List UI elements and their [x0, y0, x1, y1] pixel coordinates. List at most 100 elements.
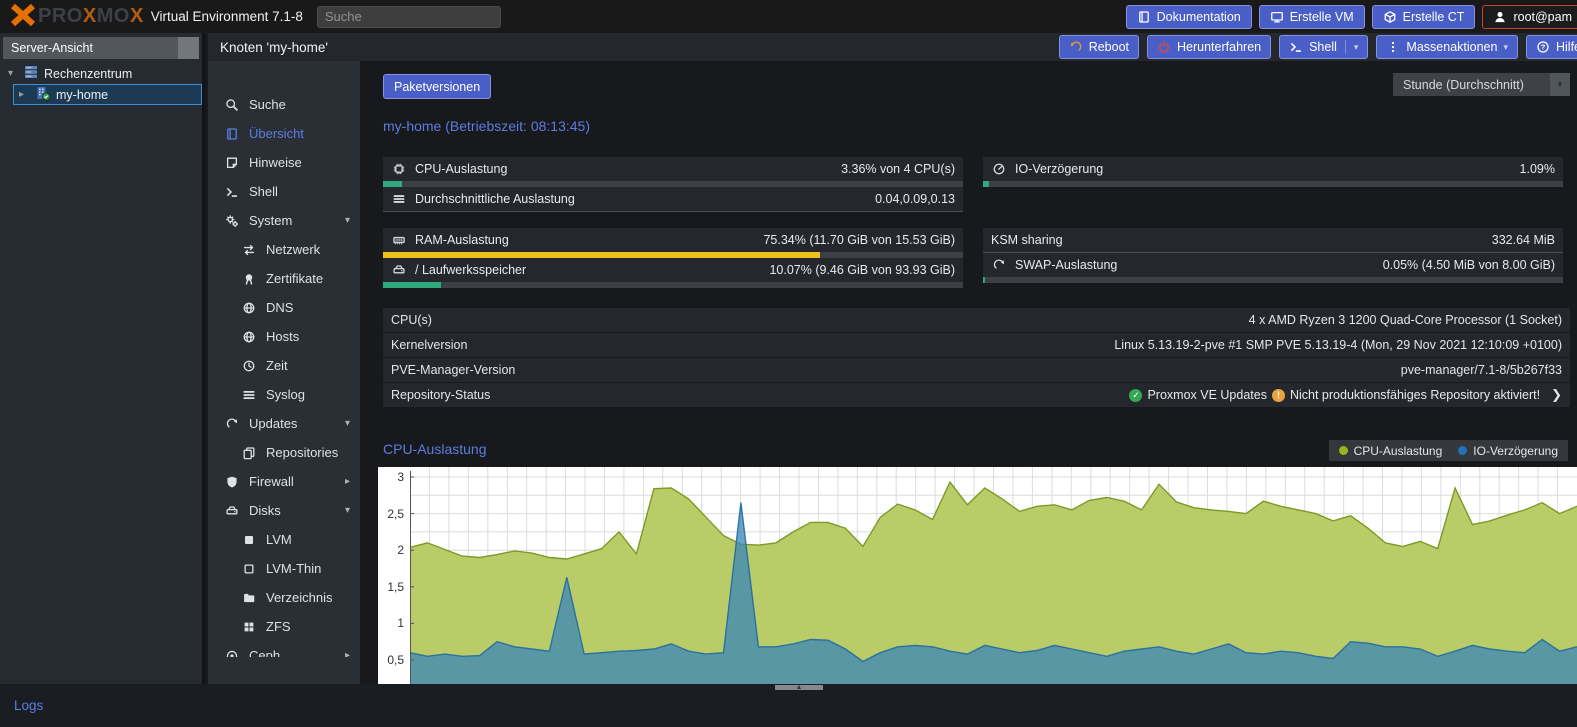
caret-down-icon: ▾ — [344, 215, 350, 226]
view-selector-label: Server-Ansicht — [11, 41, 93, 55]
menu-item-hosts[interactable]: Hosts — [208, 322, 360, 351]
panel-splitter-handle[interactable]: ▲ — [775, 684, 823, 691]
menu-item-repositories[interactable]: Repositories — [208, 438, 360, 467]
button-label: Dokumentation — [1156, 9, 1241, 24]
chevron-down-icon[interactable]: ▾ — [1354, 42, 1359, 53]
gauge-icon — [991, 162, 1007, 176]
chevron-right-icon[interactable]: ❯ — [1551, 387, 1562, 403]
info-label: Repository-Status — [391, 388, 491, 402]
globe-icon — [241, 301, 257, 315]
legend-item[interactable]: CPU-Auslastung — [1338, 444, 1442, 458]
menu-item-label: Repositories — [266, 445, 339, 460]
menu-item-lvm-thin[interactable]: LVM-Thin — [208, 554, 360, 583]
caret-down-icon[interactable]: ▾ — [8, 68, 18, 79]
cpu-icon — [391, 162, 407, 176]
toolbar-button-reboot[interactable]: Reboot — [1058, 35, 1140, 59]
menu-item-label: Verzeichnis — [266, 590, 333, 605]
info-label: CPU(s) — [391, 313, 432, 327]
time-period-select[interactable]: Stunde (Durchschnitt) ▼ — [1393, 73, 1570, 96]
user-menu-button[interactable]: root@pam — [1482, 4, 1577, 29]
menu-item-zertifikate[interactable]: Zertifikate — [208, 264, 360, 293]
menu-item-disks[interactable]: Disks ▾ — [208, 496, 360, 525]
chevron-down-icon[interactable]: ▾ — [1503, 42, 1508, 53]
menu-item-lvm[interactable]: LVM — [208, 525, 360, 554]
menu-item-label: Hosts — [266, 329, 300, 344]
stat-row: KSM sharing 332.64 MiB — [983, 228, 1563, 252]
topbar-buttons: Dokumentation Erstelle VM Erstelle CT root@… — [1125, 4, 1577, 29]
info-row: Kernelversion Linux 5.13.19-2-pve #1 SMP … — [383, 333, 1570, 357]
stat-label: / Laufwerksspeicher — [415, 263, 527, 277]
menu-item-system[interactable]: System ▾ — [208, 206, 360, 235]
caret-right-icon[interactable]: ▸ — [19, 89, 29, 100]
menu-item-dns[interactable]: DNS — [208, 293, 360, 322]
toolbar-button-herunterfahren[interactable]: Herunterfahren — [1147, 35, 1272, 59]
legend-item[interactable]: IO-Verzögerung — [1458, 444, 1558, 458]
search-icon — [224, 98, 240, 112]
ceph-icon — [224, 649, 240, 657]
menu-item-updates[interactable]: Updates ▾ — [208, 409, 360, 438]
logs-panel-collapsed[interactable]: ▲ Logs — [0, 684, 1577, 727]
menu-item-label: Syslog — [266, 387, 306, 402]
repo-warning-text: Nicht produktionsfähiges Repository akti… — [1289, 388, 1541, 402]
menu-item-zfs[interactable]: ZFS — [208, 612, 360, 641]
chart-legend: CPU-Auslastung IO-Verzögerung — [1328, 440, 1568, 461]
ram-icon — [391, 233, 407, 247]
stat-label: IO-Verzögerung — [1015, 162, 1104, 176]
tree-item-node-my-home[interactable]: ▸ my-home — [13, 84, 202, 105]
stat-value: 1.09% — [1519, 162, 1555, 176]
svg-text:?: ? — [1541, 43, 1546, 52]
package-versions-button[interactable]: Paketversionen — [383, 74, 492, 99]
menu-item-label: Zertifikate — [266, 271, 324, 286]
menu-item--bersicht[interactable]: Übersicht — [208, 119, 360, 148]
caret-down-icon: ▾ — [344, 418, 350, 429]
list-icon — [241, 388, 257, 402]
legend-dot-icon — [1338, 446, 1348, 455]
search-input[interactable] — [316, 5, 501, 28]
stat-label: SWAP-Auslastung — [1015, 258, 1118, 272]
book-icon — [224, 127, 240, 141]
button-label: Herunterfahren — [1177, 40, 1262, 54]
button-label: Erstelle VM — [1289, 9, 1354, 24]
y-axis-tick-label: 1 — [397, 616, 404, 631]
topbar-button-dokumentation[interactable]: Dokumentation — [1125, 4, 1252, 29]
datacenter-icon — [23, 64, 39, 83]
menu-item-zeit[interactable]: Zeit — [208, 351, 360, 380]
menu-item-label: Hinweise — [249, 155, 302, 170]
node-info-table: CPU(s) 4 x AMD Ryzen 3 1200 Quad-Core Pro… — [383, 308, 1570, 408]
cube-icon — [1383, 10, 1397, 24]
menu-item-label: Firewall — [249, 474, 294, 489]
menu-item-verzeichnis[interactable]: Verzeichnis — [208, 583, 360, 612]
proxmox-logo-icon — [10, 3, 36, 29]
info-value: pve-manager/7.1-8/5b267f33 — [1400, 363, 1562, 377]
menu-item-ceph[interactable]: Ceph ▸ — [208, 641, 360, 657]
y-axis-tick-label: 3 — [397, 470, 404, 484]
menu-item-label: Netzwerk — [266, 242, 321, 257]
menu-item-hinweise[interactable]: Hinweise — [208, 148, 360, 177]
chart-title: CPU-Auslastung — [383, 441, 487, 457]
button-label: Shell — [1309, 40, 1337, 54]
menu-item-netzwerk[interactable]: Netzwerk — [208, 235, 360, 264]
toolbar-button-hilfe[interactable]: ? Hilfe — [1525, 35, 1577, 59]
loadavg-icon — [391, 192, 407, 206]
gears-icon — [224, 214, 240, 228]
check-circle-icon: ✓ — [1129, 388, 1143, 402]
view-selector-dropdown[interactable]: Server-Ansicht — [3, 37, 199, 59]
button-label: Erstelle CT — [1402, 9, 1465, 24]
info-value: Linux 5.13.19-2-pve #1 SMP PVE 5.13.19-4… — [1114, 338, 1562, 352]
toolbar-button-massenaktionen[interactable]: Massenaktionen ▾ — [1376, 35, 1518, 59]
menu-item-syslog[interactable]: Syslog — [208, 380, 360, 409]
menu-item-suche[interactable]: Suche — [208, 90, 360, 119]
topbar-button-erstelle-ct[interactable]: Erstelle CT — [1371, 4, 1476, 29]
username-label: root@pam — [1513, 9, 1572, 24]
tree-item-datacenter[interactable]: ▾ Rechenzentrum — [0, 63, 202, 84]
menu-item-firewall[interactable]: Firewall ▸ — [208, 467, 360, 496]
menu-item-label: System — [249, 213, 293, 228]
folder-icon — [241, 591, 257, 605]
menu-item-label: LVM — [266, 532, 292, 547]
menu-item-label: ZFS — [266, 619, 291, 634]
proxmox-logo-text: PROXMOX — [38, 5, 144, 27]
menu-item-shell[interactable]: Shell — [208, 177, 360, 206]
topbar-button-erstelle-vm[interactable]: Erstelle VM — [1258, 4, 1365, 29]
toolbar-button-shell[interactable]: Shell ▾ — [1279, 35, 1369, 59]
info-label: Kernelversion — [391, 338, 468, 352]
